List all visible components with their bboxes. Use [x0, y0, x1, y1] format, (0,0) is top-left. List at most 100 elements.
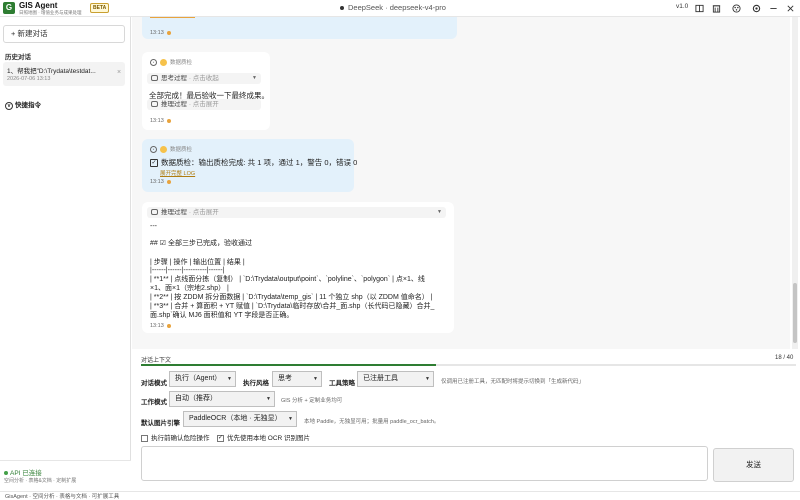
chat-icon	[151, 101, 158, 108]
mode-select[interactable]: 执行（Agent） ▼	[169, 371, 236, 387]
style-value: 思考	[278, 375, 292, 382]
status-bar: GisAgent · 空间分析 · 表格与文档 · 可扩展工具	[0, 491, 800, 500]
tool-label: 工具策略	[329, 380, 355, 387]
building-icon[interactable]	[711, 3, 721, 13]
chat-scrollbar[interactable]	[792, 17, 798, 349]
work-mode-hint: GIS 分析 + 定制业务均可	[281, 398, 343, 404]
local-ocr-checkbox[interactable]: ✓ 优先使用本地 OCR 识别图片	[217, 432, 310, 442]
message-line: 面.shp`确认 MJ6 面积值和 YT 字段是否正确。	[150, 312, 294, 319]
local-ocr-label: 优先使用本地 OCR 识别图片	[227, 435, 311, 442]
app-logo: G	[3, 2, 15, 14]
message-tags: * 数据质检	[150, 145, 192, 153]
checkbox-icon: ✓	[150, 159, 158, 168]
message-input[interactable]	[141, 446, 708, 481]
reasoning-hint: · 点击展开	[188, 101, 219, 108]
message-time: 13:13	[150, 118, 171, 124]
message-tags: * 数据质检	[150, 58, 192, 66]
chevron-down-icon: ▼	[266, 396, 271, 402]
thinking-toggle[interactable]: 思考过程 · 点击收起 ▼	[147, 73, 261, 84]
checkbox-icon: ✓	[217, 434, 224, 442]
reasoning-toggle[interactable]: 推理过程 · 点击展开	[147, 99, 261, 110]
ocr-engine-value: PaddleOCR（本地 · 无独显）	[189, 415, 282, 422]
history-title: 历史对话	[5, 54, 31, 61]
confirm-danger-label: 执行前确认危险操作	[151, 435, 210, 442]
send-button[interactable]: 发送	[713, 448, 794, 482]
status-dot-icon	[166, 179, 171, 184]
api-status-label: API 已连接	[10, 470, 42, 477]
chevron-down-icon: ▼	[425, 376, 430, 382]
reasoning-label: 推理过程	[161, 209, 187, 216]
work-mode-label: 工作模式	[141, 399, 167, 406]
status-dot-icon	[160, 58, 167, 66]
app-name: GIS Agent	[19, 1, 58, 10]
gear-icon: *	[150, 145, 157, 153]
status-dot-icon	[166, 323, 171, 328]
chat-icon	[151, 75, 158, 82]
quick-commands-label: 快捷指令	[15, 102, 41, 109]
context-progress	[141, 364, 796, 366]
mode-value: 执行（Agent）	[175, 375, 222, 382]
message-line: ## ☑ 全部三步已完成，验收通过	[150, 240, 252, 247]
context-progress-fill	[141, 364, 436, 366]
message-line: |------|------|----------|------|	[150, 267, 225, 274]
chat-area[interactable]: 13:13 * 数据质检 思考过程 · 点击收起 ▼ 全部完成！最后验收一下最终成果…	[132, 17, 790, 349]
ocr-engine-select[interactable]: PaddleOCR（本地 · 无独显） ▼	[183, 411, 297, 427]
chevron-down-icon: ▼	[227, 376, 232, 382]
close-icon[interactable]	[785, 3, 795, 13]
message-time: 13:13	[150, 323, 171, 329]
new-chat-button[interactable]: + 新建对话	[3, 25, 125, 43]
reasoning-hint: · 点击展开	[188, 209, 219, 216]
thinking-label: 思考过程	[161, 75, 187, 82]
tool-hint: 仅调用已注册工具，无匹配时将提示切换到「生成新代码」	[441, 379, 585, 385]
chat-message: 推理过程 · 点击展开 ▼ --- ## ☑ 全部三步已完成，验收通过 | 步骤 …	[142, 202, 454, 333]
sidebar: + 新建对话 历史对话 1、帮我把"D:\Trydata\testdat... …	[0, 17, 131, 491]
chevron-down-icon: ▼	[313, 376, 318, 382]
ocr-engine-hint: 本地 Paddle，无独显可用；批量用 paddle_ocr_batch。	[304, 419, 440, 425]
history-item-title: 1、帮我把"D:\Trydata\testdat...	[7, 68, 96, 75]
chat-message: 13:13	[142, 17, 457, 39]
style-label: 执行风格	[243, 380, 269, 387]
tool-value: 已注册工具	[363, 375, 398, 382]
version-label: v1.0	[676, 3, 689, 10]
model-name: DeepSeek · deepseek-v4-pro	[348, 3, 446, 12]
confirm-danger-checkbox[interactable]: 执行前确认危险操作	[141, 432, 210, 442]
status-dot-icon	[4, 471, 8, 476]
status-text: GisAgent · 空间分析 · 表格与文档 · 可扩展工具	[5, 494, 120, 500]
checkbox-icon	[141, 434, 148, 442]
api-capabilities: 空间分析 · 表格&文档 · 定制扩展	[4, 478, 77, 484]
quick-commands-toggle[interactable]: v 快捷指令	[5, 99, 41, 110]
chevron-down-icon: v	[5, 102, 13, 110]
expand-log-link[interactable]: 展开完整 LOG	[160, 169, 195, 177]
chat-icon	[151, 209, 158, 216]
api-status: API 已连接	[4, 467, 42, 477]
chevron-down-icon: ▼	[288, 416, 293, 422]
model-title: DeepSeek · deepseek-v4-pro	[340, 3, 446, 12]
context-label: 对话上下文	[141, 358, 172, 364]
status-dot-icon	[166, 118, 171, 123]
history-item[interactable]: 1、帮我把"D:\Trydata\testdat... 2026-07-06 1…	[3, 62, 125, 86]
palette-icon[interactable]	[731, 3, 741, 13]
reasoning-toggle[interactable]: 推理过程 · 点击展开 ▼	[147, 207, 446, 218]
status-dot-icon	[166, 30, 171, 35]
thinking-hint: · 点击收起	[188, 75, 219, 82]
book-icon[interactable]	[694, 3, 704, 13]
chevron-down-icon: ▼	[437, 209, 442, 215]
style-select[interactable]: 思考 ▼	[272, 371, 322, 387]
history-item-close-icon[interactable]: ×	[117, 69, 121, 76]
status-dot-icon	[160, 145, 167, 153]
mode-label: 对话模式	[141, 380, 167, 387]
minimize-icon[interactable]	[768, 3, 778, 13]
reasoning-label: 推理过程	[161, 101, 187, 108]
tag-label: 数据质检	[170, 60, 193, 66]
status-dot-icon	[340, 6, 344, 11]
accent-line	[150, 17, 195, 18]
scrollbar-thumb[interactable]	[793, 283, 797, 343]
tool-select[interactable]: 已注册工具 ▼	[357, 371, 434, 387]
settings-icon[interactable]	[751, 3, 761, 13]
chat-message: * 数据质检 思考过程 · 点击收起 ▼ 全部完成！最后验收一下最终成果。 推理过程…	[142, 52, 270, 130]
message-time: 13:13	[150, 179, 171, 185]
message-line: ---	[150, 223, 157, 230]
work-mode-select[interactable]: 自动（推荐） ▼	[169, 391, 275, 407]
gear-icon: *	[150, 58, 157, 66]
message-time: 13:13	[150, 30, 171, 36]
